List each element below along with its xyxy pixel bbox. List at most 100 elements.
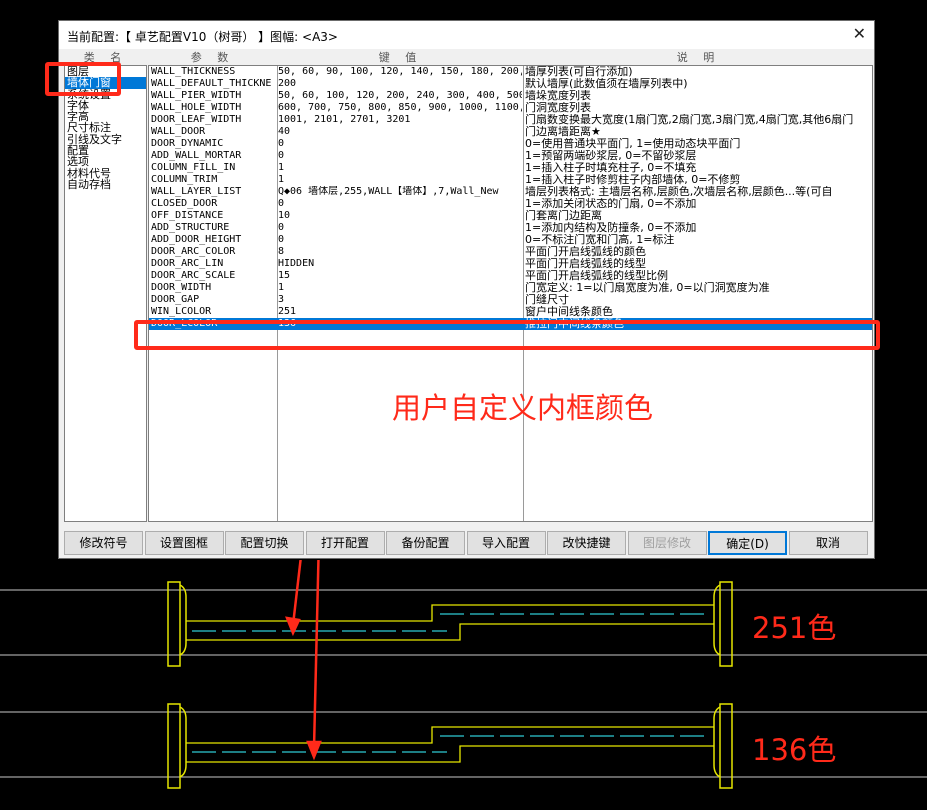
value-cell[interactable]: 1 (278, 162, 522, 174)
button-5[interactable]: 导入配置 (466, 531, 546, 555)
param-cell: WALL_HOLE_WIDTH (151, 102, 242, 113)
close-icon[interactable]: ✕ (853, 24, 866, 43)
button-7: 图层修改 (627, 531, 707, 555)
desc-cell: 墙垛宽度列表 (525, 90, 591, 102)
value-cell[interactable]: 0 (278, 198, 522, 210)
desc-cell: 门套离门边距离 (525, 210, 602, 222)
dialog-title: 当前配置:【 卓艺配置V10（树哥） 】图幅: <A3> (67, 30, 338, 44)
table-row[interactable]: COLUMN_TRIM 1 1=插入柱子时修剪柱子内部墙体, 0=不修剪 (149, 174, 872, 186)
cad-drawing (0, 560, 927, 789)
value-cell[interactable]: HIDDEN (278, 258, 522, 270)
value-cell[interactable]: 0 (278, 234, 522, 246)
value-cell[interactable]: 600, 700, 750, 800, 850, 900, 1000, 1100… (278, 102, 522, 114)
config-dialog: 当前配置:【 卓艺配置V10（树哥） 】图幅: <A3> ✕ 类 名 参 数 键… (58, 20, 875, 559)
param-cell: DOOR_DYNAMIC (151, 138, 224, 149)
table-row[interactable]: OFF_DISTANCE 10 门套离门边距离 (149, 210, 872, 222)
table-row[interactable]: DOOR_DYNAMIC 0 0=使用普通块平面门, 1=使用动态块平面门 (149, 138, 872, 150)
button-1[interactable]: 设置图框 (144, 531, 224, 555)
desc-cell: 墙厚列表(可自行添加) (525, 66, 633, 78)
desc-cell: 门扇数变换最大宽度(1扇门宽,2扇门宽,3扇门宽,4扇门宽,其他6扇门 (525, 114, 854, 126)
table-row[interactable]: WALL_LAYER_LIST Q◆06 墙体层,255,WALL【墙体】,7,W… (149, 186, 872, 198)
param-cell: ADD_WALL_MORTAR (151, 150, 242, 161)
header-value[interactable]: 键 值 (277, 51, 524, 66)
button-4[interactable]: 备份配置 (386, 531, 465, 555)
table-row[interactable]: ADD_WALL_MORTAR 0 1=预留两端砂浆层, 0=不留砂浆层 (149, 150, 872, 162)
wall-lines (0, 589, 927, 778)
category-list[interactable]: 图层 墙体门窗 系统设置 字体 字高 尺寸标注 引线及文字 配置 选项 材料代号 自动存档 (64, 65, 147, 522)
category-item[interactable]: 选项 (65, 156, 146, 168)
desc-cell: 默认墙厚(此数值须在墙厚列表中) (525, 78, 688, 90)
param-cell: DOOR_ARC_SCALE (151, 270, 236, 281)
desc-cell: 1=预留两端砂浆层, 0=不留砂浆层 (525, 150, 697, 162)
param-cell: WALL_THICKNESS (151, 66, 236, 77)
value-cell[interactable]: Q◆06 墙体层,255,WALL【墙体】,7,Wall_New (278, 186, 522, 198)
value-cell[interactable]: 40 (278, 126, 522, 138)
param-cell: DOOR_GAP (151, 294, 200, 305)
table-row[interactable]: DOOR_WIDTH 1 门宽定义: 1=以门扇宽度为准, 0=以门洞宽度为准 (149, 282, 872, 294)
table-row[interactable]: WIN_LCOLOR 251 窗户中间线条颜色 (149, 306, 872, 318)
value-cell[interactable]: 50, 60, 100, 120, 200, 240, 300, 400, 50… (278, 90, 522, 102)
button-0[interactable]: 修改符号 (64, 531, 143, 555)
table-row[interactable]: WALL_PIER_WIDTH 50, 60, 100, 120, 200, 24… (149, 90, 872, 102)
button-8[interactable]: 确定(D) (708, 531, 787, 555)
desc-cell: 1=插入柱子时填充柱子, 0=不填充 (525, 162, 697, 174)
table-row[interactable]: ADD_DOOR_HEIGHT 0 0=不标注门宽和门高, 1=标注 (149, 234, 872, 246)
param-cell: CLOSED_DOOR (151, 198, 218, 209)
table-row[interactable]: DOOR_LEAF_WIDTH 1001, 2101, 2701, 3201 门扇数… (149, 114, 872, 126)
category-item[interactable]: 自动存档 (65, 179, 146, 191)
value-cell[interactable]: 0 (278, 150, 522, 162)
settings-grid[interactable]: WALL_THICKNESS 50, 60, 90, 100, 120, 140,… (148, 65, 873, 522)
table-row[interactable]: COLUMN_FILL_IN 1 1=插入柱子时填充柱子, 0=不填充 (149, 162, 872, 174)
table-row[interactable]: ADD_STRUCTURE 0 1=添加内结构及防撞条, 0=不添加 (149, 222, 872, 234)
table-row[interactable]: DOOR_ARC_SCALE 15 平面门开启线弧线的线型比例 (149, 270, 872, 282)
param-cell: WALL_LAYER_LIST (151, 186, 242, 197)
desc-cell: 门宽定义: 1=以门扇宽度为准, 0=以门洞宽度为准 (525, 282, 770, 294)
desc-cell: 墙层列表格式: 主墙层名称,层颜色,次墙层名称,层颜色...等(可自 (525, 186, 833, 198)
value-cell[interactable]: 251 (278, 306, 522, 318)
desc-cell: 门缝尺寸 (525, 294, 569, 306)
param-cell: COLUMN_TRIM (151, 174, 218, 185)
desc-cell: 门洞宽度列表 (525, 102, 591, 114)
value-cell[interactable]: 200 (278, 78, 522, 90)
value-cell[interactable]: 3 (278, 294, 522, 306)
param-cell: ADD_DOOR_HEIGHT (151, 234, 242, 245)
desc-cell: 1=插入柱子时修剪柱子内部墙体, 0=不修剪 (525, 174, 741, 186)
button-3[interactable]: 打开配置 (305, 531, 385, 555)
value-cell[interactable]: 50, 60, 90, 100, 120, 140, 150, 180, 200… (278, 66, 522, 78)
button-9[interactable]: 取消 (788, 531, 868, 555)
table-row[interactable]: WALL_THICKNESS 50, 60, 90, 100, 120, 140,… (149, 66, 872, 78)
button-2[interactable]: 配置切换 (225, 531, 304, 555)
value-cell[interactable]: 1 (278, 282, 522, 294)
value-cell[interactable]: 1001, 2101, 2701, 3201 (278, 114, 522, 126)
window-top (167, 581, 733, 667)
desc-cell: 平面门开启线弧线的颜色 (525, 246, 646, 258)
button-6[interactable]: 改快捷键 (547, 531, 626, 555)
table-row[interactable]: CLOSED_DOOR 0 1=添加关闭状态的门扇, 0=不添加 (149, 198, 872, 210)
table-row[interactable]: DOOR_ARC_COLOR 8 平面门开启线弧线的颜色 (149, 246, 872, 258)
param-cell: DOOR_WIDTH (151, 282, 212, 293)
param-cell: DOOR_ARC_LIN (151, 258, 224, 269)
value-cell[interactable]: 0 (278, 138, 522, 150)
window-bottom (167, 703, 733, 789)
annotation-main: 用户自定义内框颜色 (392, 391, 654, 425)
table-row[interactable]: WALL_HOLE_WIDTH 600, 700, 750, 800, 850, … (149, 102, 872, 114)
table-row[interactable]: WALL_DEFAULT_THICKNE 200 默认墙厚(此数值须在墙厚列表中) (149, 78, 872, 90)
value-cell[interactable]: 8 (278, 246, 522, 258)
table-row[interactable]: DOOR_GAP 3 门缝尺寸 (149, 294, 872, 306)
header-param[interactable]: 参 数 (148, 51, 277, 66)
param-cell: WALL_DOOR (151, 126, 206, 137)
value-cell[interactable]: 1 (278, 174, 522, 186)
desc-cell: 平面门开启线弧线的线型 (525, 258, 646, 270)
param-cell: COLUMN_FILL_IN (151, 162, 236, 173)
desc-cell: 门边离墙距离★ (525, 126, 601, 138)
value-cell[interactable]: 10 (278, 210, 522, 222)
value-cell[interactable]: 0 (278, 222, 522, 234)
table-row[interactable]: DOOR_ARC_LIN HIDDEN 平面门开启线弧线的线型 (149, 258, 872, 270)
header-desc[interactable]: 说 明 (524, 51, 873, 66)
param-cell: WALL_PIER_WIDTH (151, 90, 242, 101)
param-cell: DOOR_LEAF_WIDTH (151, 114, 242, 125)
table-row[interactable]: WALL_DOOR 40 门边离墙距离★ (149, 126, 872, 138)
value-cell[interactable]: 15 (278, 270, 522, 282)
desc-cell: 0=不标注门宽和门高, 1=标注 (525, 234, 675, 246)
highlight-box-category (45, 62, 121, 96)
